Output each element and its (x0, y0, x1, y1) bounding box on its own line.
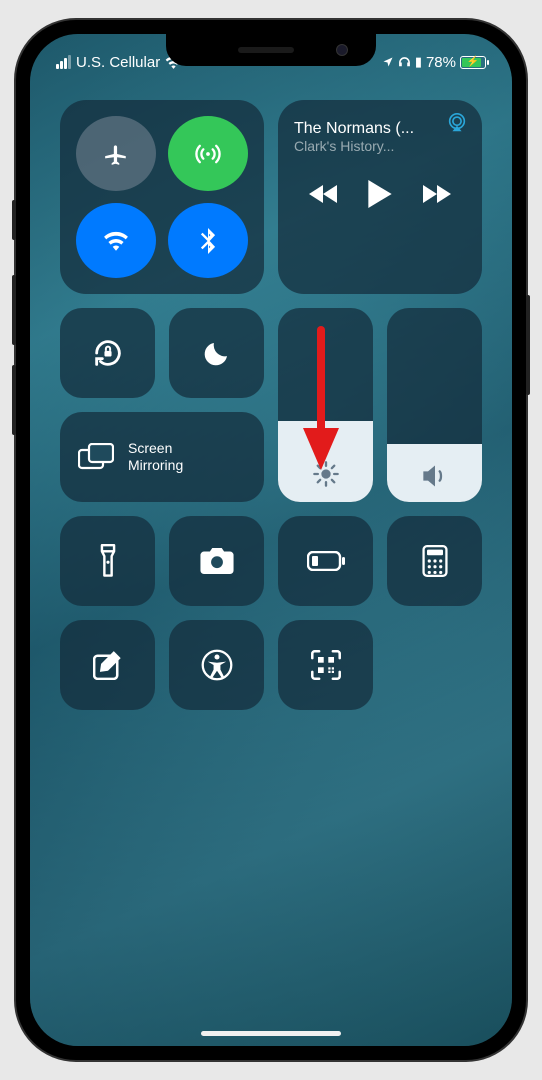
notes-button[interactable] (60, 620, 155, 710)
airplay-icon[interactable] (446, 112, 468, 134)
status-right: ▮ 78% ⚡ (382, 54, 486, 71)
orientation-lock-toggle[interactable] (60, 308, 155, 398)
side-button (526, 295, 530, 395)
volume-slider[interactable] (387, 308, 482, 502)
battery-charging-icon: ▮ (415, 54, 422, 70)
camera-button[interactable] (169, 516, 264, 606)
low-power-icon (307, 551, 345, 571)
connectivity-panel[interactable] (60, 100, 264, 294)
screen: U.S. Cellular ▮ 78% ⚡ (30, 34, 512, 1046)
play-button[interactable] (368, 180, 392, 208)
next-track-button[interactable] (421, 183, 451, 205)
bluetooth-toggle[interactable] (168, 203, 248, 278)
airplane-icon (103, 141, 129, 167)
control-center: The Normans (... Clark's History... (30, 82, 512, 728)
bluetooth-icon (200, 228, 216, 254)
front-camera (336, 44, 348, 56)
flashlight-button[interactable] (60, 516, 155, 606)
screen-mirroring-label: ScreenMirroring (128, 440, 183, 474)
notch (166, 34, 376, 66)
camera-icon (200, 548, 234, 574)
orientation-lock-icon (91, 336, 125, 370)
brightness-slider[interactable] (278, 308, 373, 502)
media-panel[interactable]: The Normans (... Clark's History... (278, 100, 482, 294)
cellular-signal-icon (56, 55, 71, 69)
accessibility-icon (201, 649, 233, 681)
qr-scan-icon (310, 649, 342, 681)
wifi-icon (103, 231, 129, 251)
phone-frame: U.S. Cellular ▮ 78% ⚡ (16, 20, 526, 1060)
moon-icon (202, 338, 232, 368)
status-left: U.S. Cellular (56, 54, 182, 71)
media-subtitle: Clark's History... (294, 138, 466, 154)
low-power-mode-button[interactable] (278, 516, 373, 606)
wifi-toggle[interactable] (76, 203, 156, 278)
qr-scan-button[interactable] (278, 620, 373, 710)
calculator-button[interactable] (387, 516, 482, 606)
do-not-disturb-toggle[interactable] (169, 308, 264, 398)
sun-icon (312, 460, 340, 488)
headphones-icon (398, 56, 411, 69)
compose-icon (93, 650, 123, 680)
volume-up-button (12, 275, 16, 345)
screen-mirroring-button[interactable]: ScreenMirroring (60, 412, 264, 502)
cellular-antenna-icon (194, 140, 222, 168)
media-title: The Normans (... (294, 120, 466, 138)
battery-icon: ⚡ (460, 56, 486, 69)
screen-mirroring-icon (78, 443, 114, 471)
cellular-data-toggle[interactable] (168, 116, 248, 191)
earpiece (238, 47, 294, 53)
volume-down-button (12, 365, 16, 435)
battery-percent: 78% (426, 54, 456, 71)
accessibility-button[interactable] (169, 620, 264, 710)
airplane-mode-toggle[interactable] (76, 116, 156, 191)
previous-track-button[interactable] (309, 183, 339, 205)
flashlight-icon (99, 544, 117, 578)
location-icon (382, 56, 394, 68)
mute-switch (12, 200, 16, 240)
home-indicator[interactable] (201, 1031, 341, 1036)
calculator-icon (422, 545, 448, 577)
carrier-label: U.S. Cellular (76, 54, 160, 71)
empty-slot (387, 620, 482, 710)
speaker-icon (421, 464, 449, 488)
